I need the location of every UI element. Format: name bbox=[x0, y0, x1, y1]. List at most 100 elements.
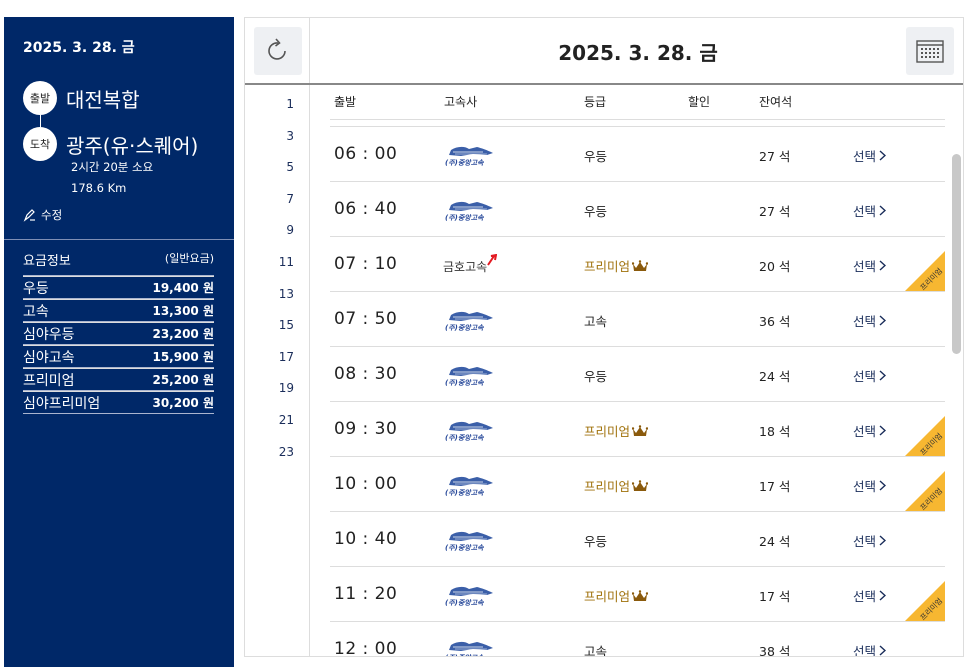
hour-link[interactable]: 9 bbox=[245, 223, 310, 237]
crown-icon bbox=[631, 260, 649, 271]
hour-link[interactable]: 3 bbox=[245, 129, 310, 143]
hour-link[interactable]: 21 bbox=[245, 413, 310, 427]
select-button[interactable]: 선택 bbox=[853, 476, 887, 495]
select-button[interactable]: 선택 bbox=[853, 311, 887, 330]
schedule-row[interactable]: 10 : 40 (주)중앙고속 우등 24 석 선택 bbox=[330, 511, 945, 566]
fare-row: 심야우등 23,200 원 bbox=[23, 322, 214, 345]
select-button[interactable]: 선택 bbox=[853, 641, 887, 657]
schedule-date: 2025. 3. 28. 금 bbox=[558, 40, 718, 65]
edit-route-button[interactable]: 수정 bbox=[23, 207, 62, 223]
select-button[interactable]: 선택 bbox=[853, 531, 887, 550]
chevron-right-icon bbox=[879, 260, 887, 271]
bus-grade: 고속 bbox=[584, 311, 607, 330]
hour-link[interactable]: 19 bbox=[245, 381, 310, 395]
schedule-row[interactable]: 06 : 40 (주)중앙고속 우등 27 석 선택 bbox=[330, 181, 945, 236]
schedule-row[interactable]: 11 : 20 (주)중앙고속 프리미엄 17 석 선택 프리미엄 bbox=[330, 566, 945, 621]
arrive-terminal: 광주(유·스퀘어) bbox=[66, 134, 199, 158]
svg-text:(주)중앙고속: (주)중앙고속 bbox=[445, 654, 484, 657]
fare-grade: 고속 bbox=[23, 303, 49, 320]
select-button[interactable]: 선택 bbox=[853, 201, 887, 220]
depart-time: 12 : 00 bbox=[334, 639, 398, 657]
schedule-row[interactable]: 09 : 30 (주)중앙고속 프리미엄 18 석 선택 프리미엄 bbox=[330, 401, 945, 456]
bus-grade: 우등 bbox=[584, 146, 607, 165]
table-header: 출발 고속사 등급 할인 잔여석 bbox=[330, 85, 945, 120]
fare-info: 요금정보 (일반요금) 우등 19,400 원 고속 13,300 원 심야우등 23,2… bbox=[23, 250, 214, 414]
bus-company: (주)중앙고속 bbox=[443, 199, 497, 227]
schedule-row[interactable]: 10 : 00 (주)중앙고속 프리미엄 17 석 선택 프리미엄 bbox=[330, 456, 945, 511]
depart-time: 06 : 40 bbox=[334, 199, 398, 219]
hour-link[interactable]: 23 bbox=[245, 445, 310, 459]
fare-grade: 우등 bbox=[23, 280, 49, 297]
refresh-button[interactable] bbox=[254, 27, 302, 75]
jungang-express-logo: (주)중앙고속 bbox=[445, 146, 493, 167]
schedule-row[interactable]: 08 : 30 (주)중앙고속 우등 24 석 선택 bbox=[330, 346, 945, 401]
fare-price: 15,900 원 bbox=[152, 350, 214, 364]
edit-label: 수정 bbox=[41, 208, 63, 222]
hour-link[interactable]: 11 bbox=[245, 255, 310, 269]
arrive-badge: 도착 bbox=[23, 127, 57, 161]
svg-text:(주)중앙고속: (주)중앙고속 bbox=[445, 489, 484, 497]
fare-grade: 심야프리미엄 bbox=[23, 395, 101, 412]
fare-price: 25,200 원 bbox=[152, 373, 214, 387]
chevron-right-icon bbox=[879, 590, 887, 601]
bus-company: 금호고속 bbox=[443, 254, 498, 275]
hour-link[interactable]: 7 bbox=[245, 192, 310, 206]
col-grade: 등급 bbox=[584, 95, 607, 109]
hour-link[interactable]: 1 bbox=[245, 97, 310, 111]
hour-link[interactable]: 13 bbox=[245, 287, 310, 301]
depart-badge: 출발 bbox=[23, 81, 57, 115]
select-label: 선택 bbox=[853, 259, 877, 274]
remaining-seats: 27 석 bbox=[759, 149, 791, 164]
schedule-row[interactable]: 06 : 00 (주)중앙고속 우등 27 석 선택 bbox=[330, 126, 945, 181]
scrollbar[interactable] bbox=[952, 126, 961, 656]
jungang-express-logo: (주)중앙고속 bbox=[445, 531, 493, 552]
select-label: 선택 bbox=[853, 314, 877, 329]
bus-grade: 프리미엄 bbox=[584, 476, 649, 495]
bus-company: (주)중앙고속 bbox=[443, 584, 497, 612]
hour-link[interactable]: 5 bbox=[245, 160, 310, 174]
grade-label: 우등 bbox=[584, 204, 608, 219]
select-button[interactable]: 선택 bbox=[853, 586, 887, 605]
chevron-right-icon bbox=[879, 150, 887, 161]
grade-label: 우등 bbox=[584, 369, 608, 384]
hour-link[interactable]: 17 bbox=[245, 350, 310, 364]
hour-link[interactable]: 15 bbox=[245, 318, 310, 332]
fare-price: 13,300 원 bbox=[152, 304, 214, 318]
fare-grade: 심야고속 bbox=[23, 349, 75, 366]
svg-text:(주)중앙고속: (주)중앙고속 bbox=[445, 379, 484, 387]
schedule-row[interactable]: 12 : 00 (주)중앙고속 고속 38 석 선택 bbox=[330, 621, 945, 657]
crown-icon bbox=[631, 590, 649, 601]
grade-label: 프리미엄 bbox=[584, 589, 631, 604]
select-button[interactable]: 선택 bbox=[853, 366, 887, 385]
remaining-seats: 27 석 bbox=[759, 204, 791, 219]
bus-company: (주)중앙고속 bbox=[443, 529, 497, 557]
schedule-list: 06 : 00 (주)중앙고속 우등 27 석 선택 06 : 40 (주)중앙… bbox=[330, 126, 945, 657]
scrollbar-thumb[interactable] bbox=[952, 154, 961, 354]
select-label: 선택 bbox=[853, 644, 877, 657]
fare-price: 30,200 원 bbox=[152, 396, 214, 410]
fare-title: 요금정보 bbox=[23, 254, 71, 269]
fare-header: 요금정보 (일반요금) bbox=[23, 250, 214, 276]
schedule-row[interactable]: 07 : 10 금호고속 프리미엄 20 석 선택 프리미엄 bbox=[330, 236, 945, 291]
depart-terminal: 대전복합 bbox=[66, 88, 140, 112]
svg-text:(주)중앙고속: (주)중앙고속 bbox=[445, 214, 484, 222]
select-button[interactable]: 선택 bbox=[853, 146, 887, 165]
select-label: 선택 bbox=[853, 534, 877, 549]
crown-icon bbox=[631, 425, 649, 436]
grade-label: 프리미엄 bbox=[584, 479, 631, 494]
schedule-row[interactable]: 07 : 50 (주)중앙고속 고속 36 석 선택 bbox=[330, 291, 945, 346]
depart-time: 10 : 00 bbox=[334, 474, 398, 494]
svg-text:(주)중앙고속: (주)중앙고속 bbox=[445, 324, 484, 332]
kumho-express-logo: 금호고속 bbox=[443, 254, 498, 275]
depart-time: 08 : 30 bbox=[334, 364, 398, 384]
chevron-right-icon bbox=[879, 645, 887, 656]
bus-grade: 고속 bbox=[584, 641, 607, 656]
calendar-button[interactable] bbox=[906, 27, 954, 75]
col-depart: 출발 bbox=[334, 95, 357, 109]
fare-row: 심야고속 15,900 원 bbox=[23, 345, 214, 368]
select-button[interactable]: 선택 bbox=[853, 256, 887, 275]
bus-company: (주)중앙고속 bbox=[443, 474, 497, 502]
select-button[interactable]: 선택 bbox=[853, 421, 887, 440]
select-label: 선택 bbox=[853, 424, 877, 439]
premium-ribbon: 프리미엄 bbox=[905, 581, 945, 621]
